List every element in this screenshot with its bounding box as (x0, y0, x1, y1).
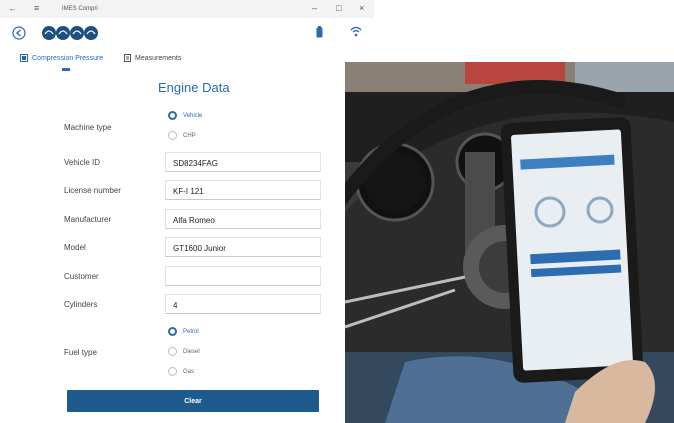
document-icon (124, 54, 131, 62)
title-bar: ← ≡ IMES Compri – □ × (0, 0, 374, 18)
app-window: ← ≡ IMES Compri – □ × Compression Pressu… (0, 0, 374, 423)
radio-label: Gas (183, 368, 195, 375)
radio-gas[interactable]: Gas (168, 367, 194, 376)
license-number-label: License number (64, 186, 121, 195)
radio-button[interactable] (168, 111, 177, 120)
hamburger-menu-icon[interactable]: ≡ (34, 3, 39, 13)
imes-logo (42, 26, 98, 40)
radio-label: CHP (183, 132, 196, 139)
manufacturer-field[interactable]: Alfa Romeo (165, 209, 321, 229)
radio-label: Petrol (183, 328, 199, 335)
radio-petrol[interactable]: Petrol (168, 327, 199, 336)
maximize-button[interactable]: □ (336, 3, 341, 13)
tab-label: Compression Pressure (32, 54, 104, 62)
model-field[interactable]: GT1600 Junior (165, 237, 321, 257)
manufacturer-label: Manufacturer (64, 215, 112, 224)
radio-button[interactable] (168, 131, 177, 140)
machine-type-label: Machine type (64, 123, 112, 132)
radio-label: Vehicle (183, 112, 203, 119)
radio-chp[interactable]: CHP (168, 131, 196, 140)
customer-label: Customer (64, 272, 99, 281)
cylinders-field[interactable]: 4 (165, 294, 321, 314)
cylinders-label: Cylinders (64, 300, 98, 309)
wifi-icon (350, 26, 362, 37)
back-arrow-icon[interactable] (12, 26, 26, 40)
form-title: Engine Data (158, 80, 230, 95)
vehicle-id-label: Vehicle ID (64, 158, 101, 167)
window-back-icon[interactable]: ← (8, 3, 17, 13)
radio-vehicle[interactable]: Vehicle (168, 111, 202, 120)
radio-button[interactable] (168, 347, 177, 356)
radio-label: Diesel (183, 348, 200, 355)
window-title: IMES Compri (62, 6, 98, 12)
compression-icon (20, 54, 28, 62)
battery-icon (316, 26, 323, 38)
fuel-type-label: Fuel type (64, 348, 97, 357)
tab-label: Measurements (135, 54, 182, 62)
clear-button[interactable]: Clear (67, 390, 319, 412)
radio-button[interactable] (168, 327, 177, 336)
close-button[interactable]: × (359, 3, 364, 13)
tab-measurements[interactable]: Measurements (124, 54, 181, 62)
tab-bar: Compression Pressure Measurements (0, 48, 374, 72)
minimize-button[interactable]: – (312, 3, 317, 13)
active-tab-indicator (62, 68, 70, 71)
car-interior-photo (345, 62, 674, 423)
model-label: Model (64, 243, 86, 252)
license-number-field[interactable]: KF-I 121 (165, 180, 321, 200)
radio-diesel[interactable]: Diesel (168, 347, 200, 356)
customer-field[interactable] (165, 266, 321, 286)
vehicle-id-field[interactable]: SD8234FAG (165, 152, 321, 172)
radio-button[interactable] (168, 367, 177, 376)
tab-compression-pressure[interactable]: Compression Pressure (20, 54, 103, 62)
app-header (0, 18, 374, 48)
